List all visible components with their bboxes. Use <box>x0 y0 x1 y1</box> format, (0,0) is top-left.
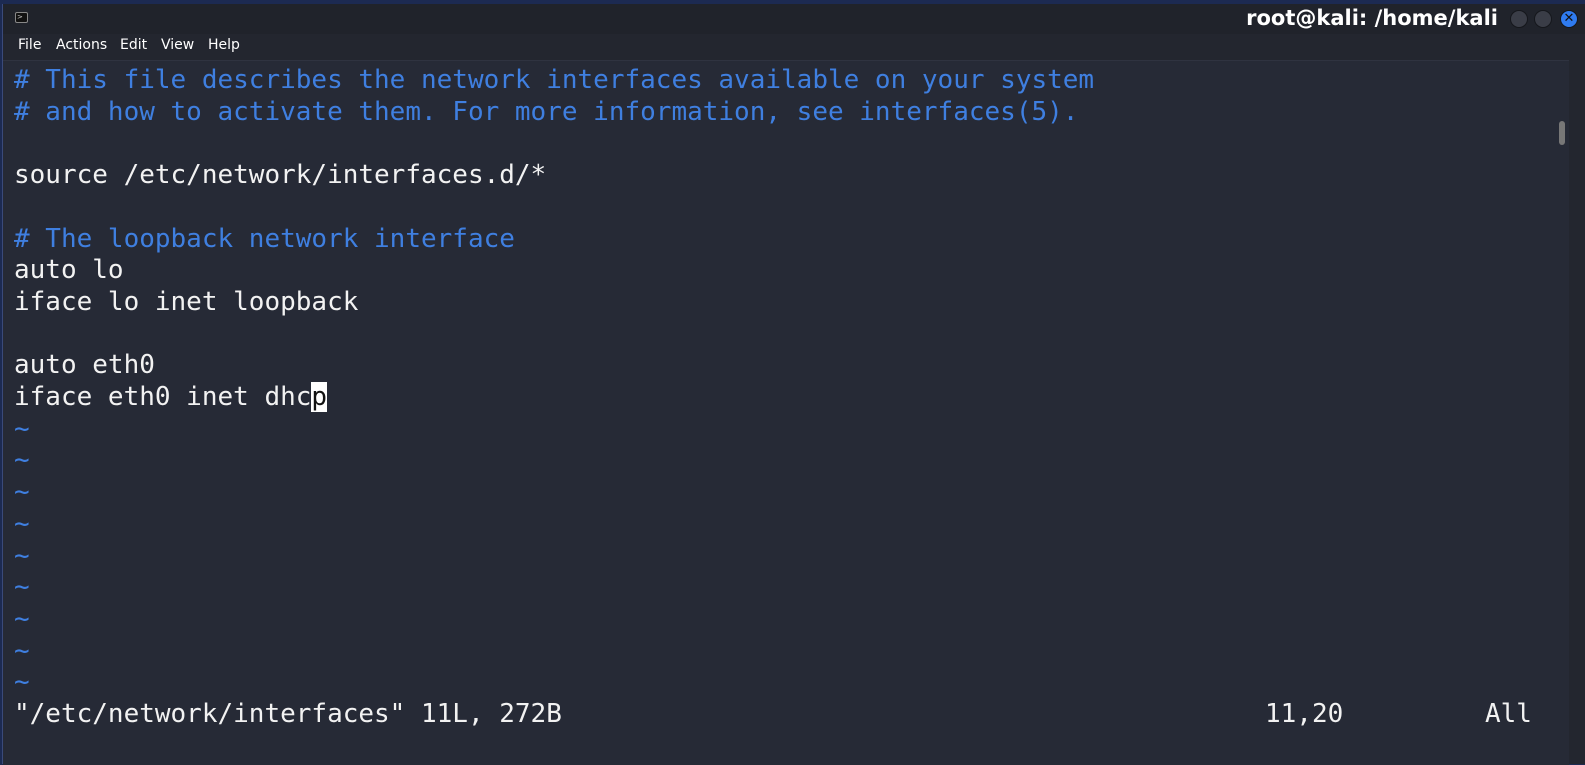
minimize-button[interactable] <box>1510 10 1528 28</box>
vim-editor[interactable]: # This file describes the network interf… <box>3 60 1569 765</box>
menu-file[interactable]: File <box>18 37 41 53</box>
empty-line-marker: ~ <box>14 477 30 508</box>
line-text: # This file describes the network interf… <box>14 65 1095 95</box>
code-line: auto lo <box>14 254 124 286</box>
terminal-icon: > <box>15 12 28 23</box>
menu-bar: File Actions Edit View Help <box>3 34 1585 60</box>
line-text: # The loopback network interface <box>14 223 515 254</box>
line-text: source /etc/network/interfaces.d/* <box>14 160 547 191</box>
scrollbar[interactable] <box>1559 121 1565 145</box>
status-scroll-position: All <box>1485 699 1532 729</box>
code-line: auto eth0 <box>14 349 155 381</box>
line-text: iface lo inet loopback <box>14 286 359 317</box>
empty-line-marker: ~ <box>14 445 30 476</box>
menu-actions[interactable]: Actions <box>56 37 107 53</box>
status-file-info: "/etc/network/interfaces" 11L, 272B <box>14 699 562 729</box>
empty-line-marker: ~ <box>14 540 30 571</box>
empty-line-marker: ~ <box>14 413 30 444</box>
empty-line-marker: ~ <box>14 572 30 603</box>
window-title: root@kali: /home/kali <box>1246 6 1498 30</box>
comment-line: # and how to activate them. For more inf… <box>14 96 1078 128</box>
line-text: # and how to activate them. For more inf… <box>14 96 1079 127</box>
comment-line: # This file describes the network interf… <box>14 64 1094 96</box>
menu-view[interactable]: View <box>161 37 194 53</box>
text-cursor: p <box>311 382 328 412</box>
menu-help[interactable]: Help <box>208 37 240 53</box>
empty-line-marker: ~ <box>14 635 30 666</box>
maximize-button[interactable] <box>1534 10 1552 28</box>
code-line: source /etc/network/interfaces.d/* <box>14 159 546 191</box>
close-button[interactable]: ✕ <box>1560 10 1578 28</box>
terminal-window: > root@kali: /home/kali ✕ File Actions E… <box>2 4 1585 765</box>
status-cursor-position: 11,20 <box>1265 699 1344 729</box>
title-bar: > root@kali: /home/kali ✕ <box>3 4 1585 34</box>
line-text: iface eth0 inet dhc <box>14 382 312 412</box>
menu-edit[interactable]: Edit <box>120 37 147 53</box>
comment-line: # The loopback network interface <box>14 223 515 255</box>
code-line: iface lo inet loopback <box>14 286 358 318</box>
empty-line-marker: ~ <box>14 603 30 634</box>
line-text: auto lo <box>14 255 124 286</box>
code-line: iface eth0 inet dhcp <box>14 381 328 413</box>
line-text: auto eth0 <box>14 350 155 381</box>
empty-line-marker: ~ <box>14 508 30 539</box>
empty-line-marker: ~ <box>14 667 30 698</box>
